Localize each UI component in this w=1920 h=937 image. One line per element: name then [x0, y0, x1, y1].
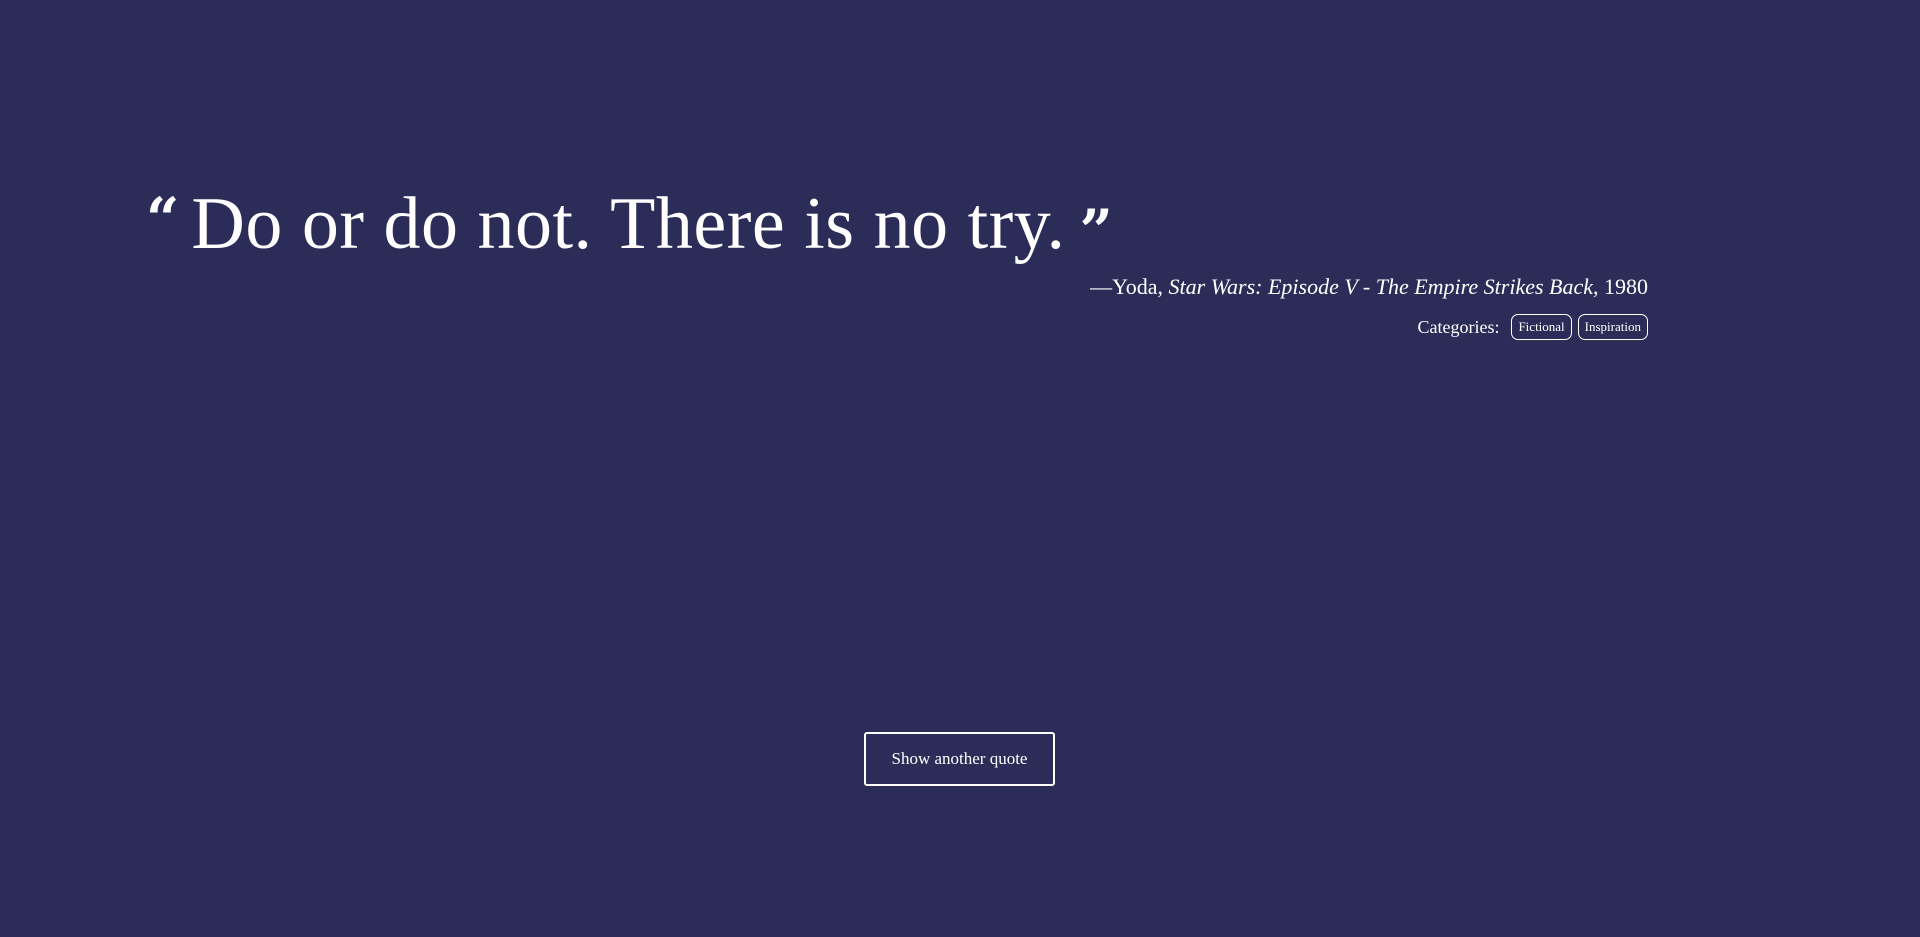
quote-line: “ Do or do not. There is no try. ”	[146, 178, 1648, 270]
show-another-quote-button[interactable]: Show another quote	[864, 732, 1055, 786]
categories: Categories: Fictional Inspiration	[1417, 314, 1648, 340]
quote-block: “ Do or do not. There is no try. ” —Yoda…	[146, 178, 1648, 340]
attribution-year: , 1980	[1593, 274, 1648, 299]
attribution-author: —Yoda,	[1090, 274, 1169, 299]
quote-page: “ Do or do not. There is no try. ” —Yoda…	[0, 0, 1920, 937]
quote-attribution: —Yoda, Star Wars: Episode V - The Empire…	[1090, 274, 1648, 300]
open-quote-icon: “	[146, 185, 180, 253]
category-tag-fictional[interactable]: Fictional	[1511, 314, 1572, 340]
attribution-work: Star Wars: Episode V - The Empire Strike…	[1168, 274, 1593, 299]
category-tag-inspiration[interactable]: Inspiration	[1577, 314, 1648, 340]
categories-label: Categories:	[1417, 316, 1500, 337]
quote-text: Do or do not. There is no try.	[191, 183, 1066, 265]
close-quote-icon: ”	[1079, 197, 1113, 265]
